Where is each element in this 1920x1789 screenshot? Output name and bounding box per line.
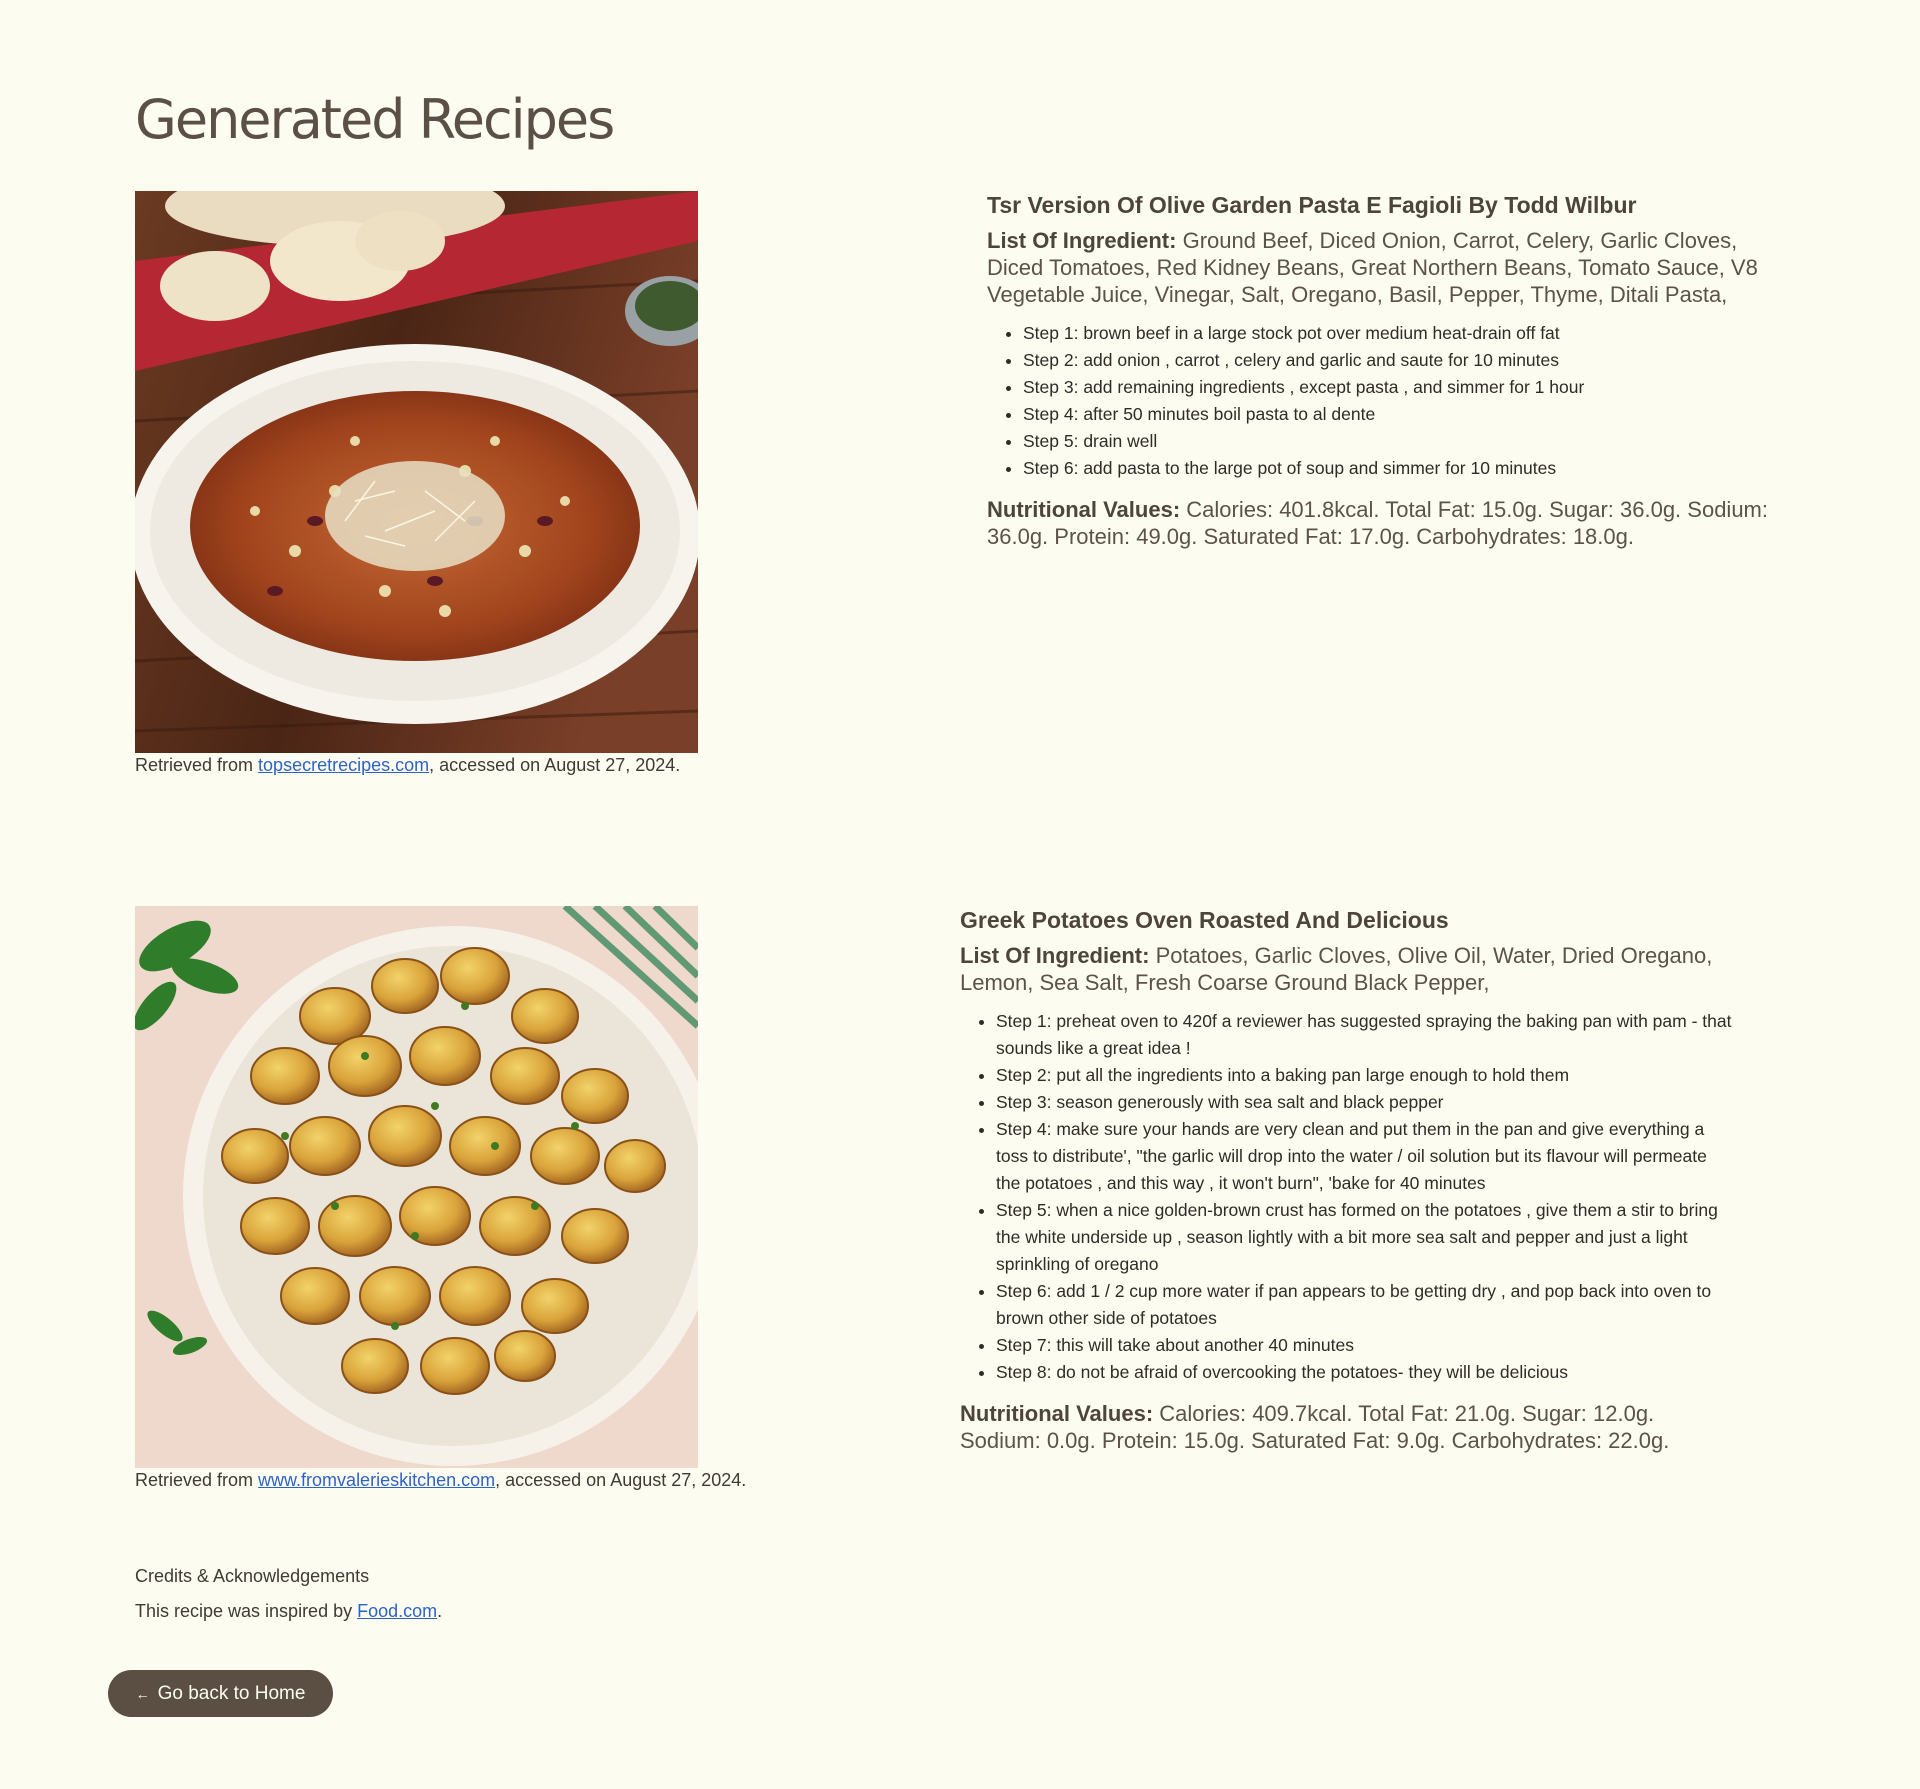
recipe-photo xyxy=(135,191,698,753)
caption-suffix: , accessed on August 27, 2024. xyxy=(429,755,681,775)
recipe-info: Tsr Version Of Olive Garden Pasta E Fagi… xyxy=(987,191,1787,550)
step-item: Step 5: drain well xyxy=(1023,428,1787,455)
source-link[interactable]: www.fromvalerieskitchen.com xyxy=(258,1470,495,1490)
credits-text: This recipe was inspired by Food.com. xyxy=(135,1601,442,1622)
step-item: Step 3: season generously with sea salt … xyxy=(996,1089,1736,1116)
step-item: Step 2: put all the ingredients into a b… xyxy=(996,1062,1736,1089)
ingredients-label: List Of Ingredient: xyxy=(960,943,1150,968)
recipe-title: Tsr Version Of Olive Garden Pasta E Fagi… xyxy=(987,192,1637,218)
arrow-left-icon: ← xyxy=(135,1685,150,1702)
steps-list: Step 1: preheat oven to 420f a reviewer … xyxy=(960,1008,1736,1386)
nutrition-label: Nutritional Values: xyxy=(960,1401,1154,1426)
step-item: Step 4: make sure your hands are very cl… xyxy=(996,1116,1736,1197)
step-item: Step 2: add onion , carrot , celery and … xyxy=(1023,347,1787,374)
steps-list: Step 1: brown beef in a large stock pot … xyxy=(987,320,1787,482)
credits-heading: Credits & Acknowledgements xyxy=(135,1566,370,1586)
image-caption: Retrieved from topsecretrecipes.com, acc… xyxy=(135,755,680,776)
credits-text-prefix: This recipe was inspired by xyxy=(135,1601,358,1621)
step-item: Step 6: add pasta to the large pot of so… xyxy=(1023,455,1787,482)
ingredients: List Of Ingredient: Potatoes, Garlic Clo… xyxy=(960,942,1740,996)
caption-prefix: Retrieved from xyxy=(135,755,259,775)
caption-suffix: , accessed on August 27, 2024. xyxy=(495,1470,747,1490)
step-item: Step 1: preheat oven to 420f a reviewer … xyxy=(996,1008,1736,1062)
credits-section: Credits & Acknowledgements This recipe w… xyxy=(135,1566,442,1622)
go-home-button[interactable]: ← Go back to Home xyxy=(108,1670,333,1717)
recipe-info: Greek Potatoes Oven Roasted And Deliciou… xyxy=(960,906,1740,1454)
step-item: Step 5: when a nice golden-brown crust h… xyxy=(996,1197,1736,1278)
go-home-label: Go back to Home xyxy=(157,1682,306,1704)
credits-text-suffix: . xyxy=(437,1601,443,1621)
nutrition: Nutritional Values: Calories: 409.7kcal.… xyxy=(960,1400,1740,1454)
step-item: Step 3: add remaining ingredients , exce… xyxy=(1023,374,1787,401)
step-item: Step 6: add 1 / 2 cup more water if pan … xyxy=(996,1278,1736,1332)
ingredients: List Of Ingredient: Ground Beef, Diced O… xyxy=(987,227,1787,308)
ingredients-label: List Of Ingredient: xyxy=(987,228,1177,253)
page-title: Generated Recipes xyxy=(135,88,615,151)
step-item: Step 4: after 50 minutes boil pasta to a… xyxy=(1023,401,1787,428)
step-item: Step 8: do not be afraid of overcooking … xyxy=(996,1359,1736,1386)
step-item: Step 7: this will take about another 40 … xyxy=(996,1332,1736,1359)
step-item: Step 1: brown beef in a large stock pot … xyxy=(1023,320,1787,347)
nutrition-label: Nutritional Values: xyxy=(987,497,1181,522)
recipes-page: Generated Recipes Retrieved from topsecr… xyxy=(0,0,1920,1789)
recipe-photo xyxy=(135,906,698,1468)
food-com-link[interactable]: Food.com xyxy=(357,1601,437,1621)
image-caption: Retrieved from www.fromvalerieskitchen.c… xyxy=(135,1470,746,1491)
source-link[interactable]: topsecretrecipes.com xyxy=(258,755,429,775)
recipe-title: Greek Potatoes Oven Roasted And Deliciou… xyxy=(960,907,1449,933)
nutrition: Nutritional Values: Calories: 401.8kcal.… xyxy=(987,496,1787,550)
caption-prefix: Retrieved from xyxy=(135,1470,259,1490)
